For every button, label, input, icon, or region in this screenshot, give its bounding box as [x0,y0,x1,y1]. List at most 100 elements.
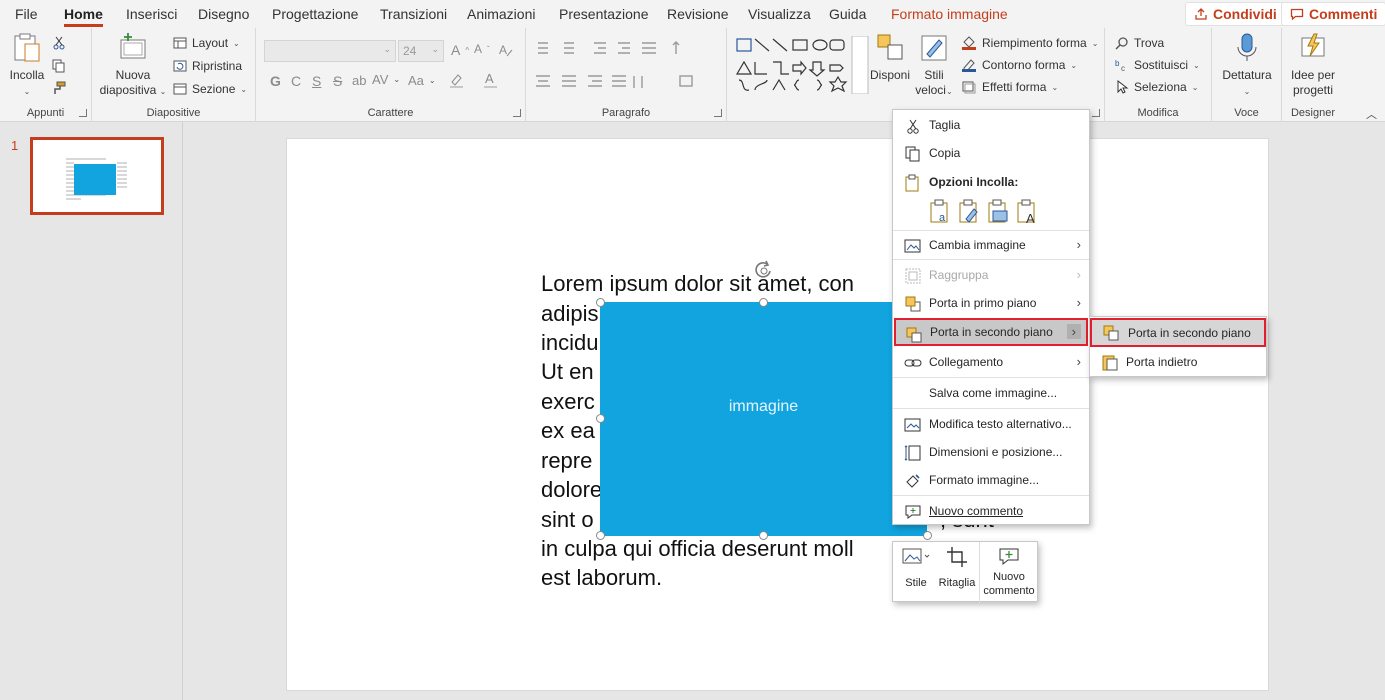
arrange-button[interactable]: Disponi [869,32,911,83]
increase-font-button[interactable]: A ^ [451,42,469,58]
share-button[interactable]: Condividi [1185,2,1286,26]
layout-button[interactable]: Layout ⌄ [173,36,240,50]
menu-item-change-picture[interactable]: Cambia immagine › [893,231,1089,259]
tab-revisione[interactable]: Revisione [667,6,728,22]
mini-new-comment-button[interactable]: Nuovo commento [981,546,1037,598]
slide-thumbnail[interactable] [30,137,164,215]
paste-options-icons[interactable]: a A [929,199,1049,225]
resize-handle[interactable] [596,298,605,307]
section-button[interactable]: Sezione ⌄ [173,82,247,96]
design-ideas-button[interactable]: Idee per progetti [1284,32,1342,98]
menu-item-save-as-picture[interactable]: Salva come immagine... [893,379,1089,407]
menu-item-link[interactable]: Collegamento › [893,348,1089,376]
rotate-handle-icon[interactable] [752,259,776,281]
font-size-input[interactable]: 24 ⌄ [398,40,444,62]
menu-item-send-back[interactable]: Porta in secondo piano › [894,318,1088,346]
slide-text-line[interactable]: incidu [541,330,598,356]
font-color-icon[interactable]: A [482,71,500,89]
tab-formato-immagine[interactable]: Formato immagine [891,6,1008,22]
highlight-icon[interactable] [448,71,466,89]
slide-text-line[interactable]: ex ea [541,418,595,444]
change-case-button[interactable]: Aa ⌄ [408,73,436,88]
quick-styles-button[interactable]: Stili veloci⌄ [913,32,955,99]
comments-button[interactable]: Commenti [1281,2,1385,26]
slide-text-line[interactable]: Lorem ipsum dolor sit amet, con [541,271,854,297]
mini-style-button[interactable]: Stile [897,546,935,589]
appunti-launcher[interactable] [79,109,87,117]
slide-text-line[interactable]: dolore [541,477,602,503]
slide-text-line[interactable]: est laborum. [541,565,662,591]
menu-item-cut[interactable]: Taglia [893,111,1089,139]
tab-inserisci[interactable]: Inserisci [126,6,177,22]
send-back-submenu: Porta in secondo piano Porta indietro [1089,316,1267,377]
select-button[interactable]: Seleziona ⌄ [1115,80,1198,94]
selected-picture[interactable]: immagine [600,302,927,536]
decrease-font-button[interactable]: Aˇ [474,42,490,56]
menu-label-group: Raggruppa [929,268,989,282]
reset-button[interactable]: Ripristina [173,59,242,73]
slide-text-line[interactable]: in culpa qui officia deserunt moll [541,536,854,562]
bold-button[interactable]: G [270,73,281,89]
strikethrough-button[interactable]: S [333,73,342,89]
shadow-button[interactable]: ab [352,73,366,88]
shape-fill-button[interactable]: Riempimento forma ⌄ [961,36,1098,50]
menu-label-alt-text: Modifica testo alternativo... [929,417,1072,431]
menu-item-alt-text[interactable]: Modifica testo alternativo... [893,410,1089,438]
replace-button[interactable]: bc Sostituisci ⌄ [1115,58,1200,72]
menu-label-cut: Taglia [929,118,961,132]
tab-progettazione[interactable]: Progettazione [272,6,358,22]
resize-handle[interactable] [923,531,932,540]
underline-button[interactable]: S [312,73,321,89]
paragrafo-launcher[interactable] [714,109,722,117]
group-label-modifica: Modifica [1137,107,1179,119]
shape-outline-button[interactable]: Contorno forma ⌄ [961,58,1077,72]
group-diapositive: Nuova diapositiva ⌄ Layout ⌄ Ripristina Se… [92,28,256,122]
tab-disegno[interactable]: Disegno [198,6,249,22]
menu-item-size-position[interactable]: Dimensioni e posizione... [893,438,1089,466]
shapes-gallery[interactable] [735,36,870,94]
arrange-icon [877,34,903,60]
menu-item-bring-front[interactable]: Porta in primo piano › [893,289,1089,317]
shape-effects-button[interactable]: Effetti forma ⌄ [961,80,1058,94]
menu-item-copy[interactable]: Copia [893,139,1089,167]
menu-item-group[interactable]: Raggruppa › [893,261,1089,289]
slide-text-line[interactable]: Ut en [541,359,594,385]
mini-crop-button[interactable]: Ritaglia [937,546,977,589]
dictate-button[interactable]: Dettatura ⌄ [1216,32,1278,99]
slide-text-line[interactable]: adipis [541,301,598,327]
menu-item-new-comment[interactable]: Nuovo commento [893,497,1089,525]
font-name-input[interactable]: ⌄ [264,40,396,62]
resize-handle[interactable] [596,531,605,540]
tab-file[interactable]: File [15,6,38,22]
slide-text-line[interactable]: exerc [541,389,595,415]
slide-text-line[interactable]: sint o [541,507,594,533]
submenu-item-send-backward[interactable]: Porta indietro [1090,348,1266,376]
tab-animazioni[interactable]: Animazioni [467,6,535,22]
bring-front-icon [905,296,921,312]
slide-text-line[interactable]: repre [541,448,592,474]
resize-handle[interactable] [759,531,768,540]
submenu-item-send-to-back[interactable]: Porta in secondo piano [1090,318,1266,347]
menu-item-format-picture[interactable]: Formato immagine... [893,466,1089,494]
disegno-launcher[interactable] [1092,109,1100,117]
tab-guida[interactable]: Guida [829,6,866,22]
resize-handle[interactable] [596,414,605,423]
tab-transizioni[interactable]: Transizioni [380,6,447,22]
tab-home[interactable]: Home [64,6,103,27]
char-spacing-button[interactable]: AV ⌄ [372,72,400,87]
clear-format-icon[interactable]: A [498,42,514,58]
carattere-launcher[interactable] [513,109,521,117]
format-painter-icon[interactable] [52,81,66,95]
find-button[interactable]: Trova [1115,36,1164,50]
paste-button[interactable]: Incolla ⌄ [6,32,48,99]
tab-presentazione[interactable]: Presentazione [559,6,649,22]
tab-visualizza[interactable]: Visualizza [748,6,811,22]
copy-icon[interactable] [52,59,66,73]
resize-handle[interactable] [759,298,768,307]
italic-button[interactable]: C [291,73,301,89]
paragraph-tools-icon[interactable] [534,40,719,100]
collapse-ribbon-icon[interactable]: ︿ [1366,106,1377,122]
new-slide-button[interactable]: Nuova diapositiva ⌄ [98,32,168,99]
scissors-icon[interactable] [52,36,66,50]
menu-label-save-as-picture: Salva come immagine... [929,386,1058,400]
